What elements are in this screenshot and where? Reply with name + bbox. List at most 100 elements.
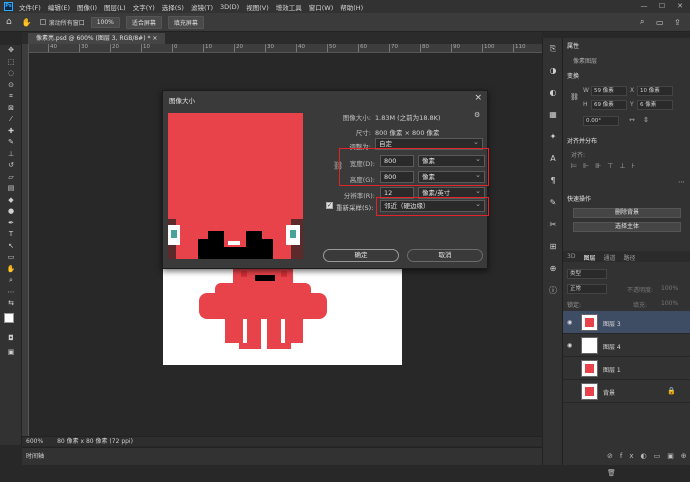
zoom-status[interactable]: 600% bbox=[26, 438, 43, 445]
layer-name[interactable]: 图层 1 bbox=[603, 365, 621, 374]
menu-view[interactable]: 视图(V) bbox=[246, 2, 269, 12]
path-select-icon[interactable]: ↖ bbox=[0, 241, 22, 253]
hand-tool-icon[interactable]: ✋ bbox=[0, 264, 22, 276]
history-panel-icon[interactable]: ⎘ bbox=[543, 38, 563, 60]
menu-help[interactable]: 帮助(H) bbox=[340, 2, 363, 12]
lasso-tool-icon[interactable]: ◌ bbox=[0, 68, 22, 80]
menu-layer[interactable]: 图层(L) bbox=[104, 2, 126, 12]
move-tool-icon[interactable]: ✥ bbox=[0, 45, 22, 57]
tab-3d[interactable]: 3D bbox=[567, 253, 575, 260]
timeline-tab[interactable]: 时间轴 bbox=[26, 451, 44, 460]
crop-tool-icon[interactable]: ⌗ bbox=[0, 91, 22, 103]
align-title[interactable]: 对齐并分布 bbox=[567, 136, 597, 145]
document-canvas[interactable] bbox=[163, 269, 402, 365]
menu-select[interactable]: 选择(S) bbox=[162, 2, 184, 12]
dodge-tool-icon[interactable]: ● bbox=[0, 206, 22, 218]
visibility-eye-icon[interactable]: ◉ bbox=[567, 342, 572, 349]
flip-vertical-icon[interactable]: ⇳ bbox=[643, 116, 649, 124]
cancel-button[interactable]: 取消 bbox=[407, 249, 483, 262]
properties-title[interactable]: 属性 bbox=[567, 41, 579, 50]
quick-actions-title[interactable]: 快速操作 bbox=[567, 194, 591, 203]
vertical-ruler[interactable] bbox=[22, 44, 29, 436]
menu-plugins[interactable]: 增效工具 bbox=[276, 2, 302, 12]
layer-name[interactable]: 图层 4 bbox=[603, 342, 621, 351]
fill-screen-button[interactable]: 填充屏幕 bbox=[167, 15, 204, 29]
layer-row[interactable]: ◉ 图层 3 bbox=[563, 311, 690, 334]
lock-icon[interactable]: 🔒 bbox=[667, 387, 676, 395]
styles-panel-icon[interactable]: ✦ bbox=[543, 126, 563, 148]
menu-image[interactable]: 图像(I) bbox=[77, 2, 97, 12]
swatches-panel-icon[interactable]: ▦ bbox=[543, 104, 563, 126]
angle-field[interactable]: 0.00° bbox=[583, 116, 619, 126]
visibility-eye-icon[interactable]: ◉ bbox=[567, 319, 572, 326]
quick-mask-icon[interactable]: ◘ bbox=[0, 333, 22, 345]
flip-horizontal-icon[interactable]: ⇿ bbox=[629, 116, 635, 124]
more-tools-icon[interactable]: ⋯ bbox=[0, 287, 22, 299]
transform-title[interactable]: 变换 bbox=[567, 71, 579, 80]
ok-button[interactable]: 确定 bbox=[323, 249, 399, 262]
foreground-color-swatch[interactable] bbox=[4, 313, 14, 323]
pen-tool-icon[interactable]: ✒ bbox=[0, 218, 22, 230]
y-field[interactable]: 6 像素 bbox=[637, 100, 673, 110]
fit-screen-button[interactable]: 适合屏幕 bbox=[125, 15, 162, 29]
layer-name[interactable]: 图层 3 bbox=[603, 319, 621, 328]
width-field[interactable]: 59 像素 bbox=[591, 86, 627, 96]
menu-edit[interactable]: 编辑(E) bbox=[48, 2, 70, 12]
paragraph-panel-icon[interactable]: ¶ bbox=[543, 170, 563, 192]
color-panel-icon[interactable]: ◑ bbox=[543, 60, 563, 82]
layer-kind-filter[interactable]: 类型 bbox=[567, 269, 607, 279]
tab-layers[interactable]: 图层 bbox=[583, 253, 595, 262]
maximize-icon[interactable]: ☐ bbox=[654, 0, 670, 13]
scroll-all-checkbox[interactable] bbox=[39, 19, 46, 25]
swap-colors-icon[interactable]: ⇆ bbox=[0, 298, 22, 310]
quick-select-tool-icon[interactable]: ⊙ bbox=[0, 80, 22, 92]
blur-tool-icon[interactable]: ◆ bbox=[0, 195, 22, 207]
remove-background-button[interactable]: 删除背景 bbox=[573, 208, 681, 218]
share-icon[interactable]: ⇪ bbox=[674, 18, 681, 27]
menu-type[interactable]: 文字(Y) bbox=[133, 2, 155, 12]
adjustments-panel-icon[interactable]: ◐ bbox=[543, 82, 563, 104]
zoom-100-button[interactable]: 100% bbox=[90, 16, 120, 28]
navigator-panel-icon[interactable]: ⊕ bbox=[543, 258, 563, 280]
menu-window[interactable]: 窗口(W) bbox=[309, 2, 334, 12]
info-panel-icon[interactable]: ⓘ bbox=[543, 280, 563, 302]
healing-tool-icon[interactable]: ✚ bbox=[0, 126, 22, 138]
screen-mode-icon[interactable]: ▣ bbox=[0, 347, 22, 359]
shape-tool-icon[interactable]: ▭ bbox=[0, 252, 22, 264]
frame-tool-icon[interactable]: ⊠ bbox=[0, 103, 22, 115]
tab-channels[interactable]: 通道 bbox=[603, 253, 615, 262]
height-field[interactable]: 69 像素 bbox=[591, 100, 627, 110]
brush-tool-icon[interactable]: ✎ bbox=[0, 137, 22, 149]
minimize-icon[interactable]: — bbox=[636, 0, 652, 13]
menu-3d[interactable]: 3D(D) bbox=[220, 3, 239, 11]
more-options-icon[interactable]: ⋯ bbox=[678, 178, 685, 186]
eraser-tool-icon[interactable]: ▱ bbox=[0, 172, 22, 184]
resample-checkbox[interactable]: ✓ bbox=[326, 202, 333, 209]
dialog-close-icon[interactable]: × bbox=[474, 93, 482, 103]
gradient-tool-icon[interactable]: ▤ bbox=[0, 183, 22, 195]
menu-filter[interactable]: 滤镜(T) bbox=[191, 2, 213, 12]
libraries-panel-icon[interactable]: ⊞ bbox=[543, 236, 563, 258]
marquee-tool-icon[interactable]: ⬚ bbox=[0, 57, 22, 69]
select-subject-button[interactable]: 选择主体 bbox=[573, 222, 681, 232]
workspace-icon[interactable]: ▭ bbox=[656, 18, 664, 27]
search-icon[interactable]: ⌕ bbox=[640, 17, 644, 27]
layer-name[interactable]: 背景 bbox=[603, 388, 615, 397]
document-tab[interactable]: 像素亮.psd @ 600% (图层 3, RGB/8#) * × bbox=[28, 33, 166, 44]
eyedropper-tool-icon[interactable]: ⁄ bbox=[0, 114, 22, 126]
fill-value[interactable]: 100% bbox=[661, 300, 678, 307]
history-brush-icon[interactable]: ↺ bbox=[0, 160, 22, 172]
character-panel-icon[interactable]: A bbox=[543, 148, 563, 170]
close-icon[interactable]: ✕ bbox=[672, 0, 688, 13]
layer-row[interactable]: ◉ 图层 4 bbox=[563, 334, 690, 357]
zoom-tool-icon[interactable]: ⌕ bbox=[0, 275, 22, 287]
tool-presets-icon[interactable]: ✂ bbox=[543, 214, 563, 236]
close-tab-icon[interactable]: × bbox=[152, 35, 157, 42]
tab-paths[interactable]: 路径 bbox=[623, 253, 635, 262]
type-tool-icon[interactable]: T bbox=[0, 229, 22, 241]
link-icon[interactable]: ⛓ bbox=[570, 93, 579, 101]
image-preview[interactable] bbox=[168, 113, 303, 259]
menu-file[interactable]: 文件(F) bbox=[19, 2, 41, 12]
blend-mode-select[interactable]: 正常 bbox=[567, 284, 607, 294]
stamp-tool-icon[interactable]: ⊥ bbox=[0, 149, 22, 161]
